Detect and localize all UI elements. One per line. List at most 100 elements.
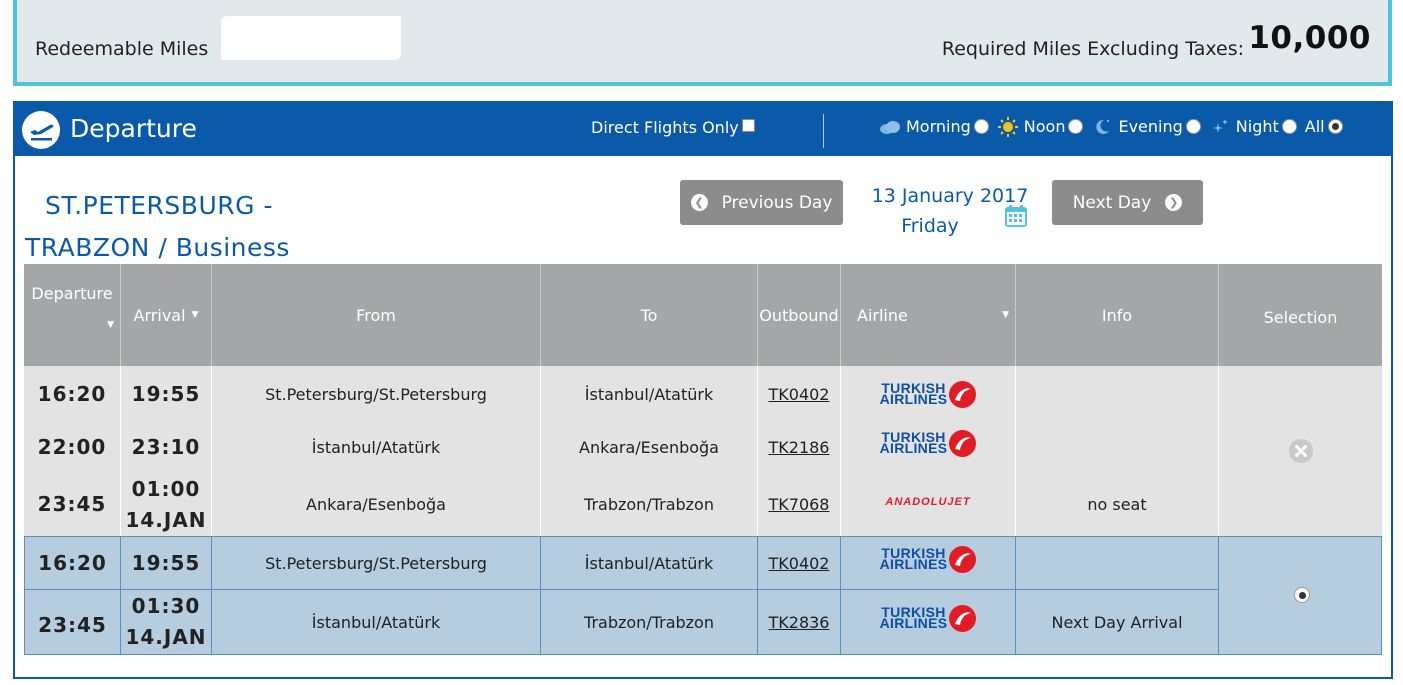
direct-flights-filter[interactable]: Direct Flights Only [591,118,755,137]
chevron-left-icon: ❮ [690,194,708,211]
column-to: To [541,264,758,366]
miles-summary-bar: Redeemable Miles Required Miles Excludin… [13,0,1392,86]
flight-number-link[interactable]: TK2186 [758,427,840,467]
turkish-airlines-logo: TURKISH AIRLINES [841,423,1015,463]
cloud-icon [879,118,901,136]
column-departure[interactable]: Departure ▼ [24,264,121,366]
time-option-night[interactable]: Night [1209,117,1297,136]
header-divider [823,114,824,148]
night-radio[interactable] [1281,119,1297,134]
flight-number-link[interactable]: TK7068 [758,484,840,524]
sort-down-icon: ▼ [191,310,199,320]
departure-title: Departure [70,114,197,143]
arrival-time: 01:00 [131,477,201,501]
direct-flights-checkbox[interactable] [741,119,755,132]
flight-selection-radio-cell [1219,575,1382,615]
noon-radio[interactable] [1068,119,1084,134]
column-departure-label: Departure [31,284,113,303]
from-airport: İstanbul/Atatürk [311,437,441,457]
route-line-2: TRABZON / Business [25,233,290,262]
morning-radio[interactable] [973,119,989,134]
redeemable-miles-label: Redeemable Miles [35,38,209,60]
flight-selection-radio[interactable] [1294,587,1310,603]
row-divider [25,589,1219,590]
next-day-label: Next Day [1072,192,1152,213]
arrival-date: 14.JAN [125,625,207,649]
calendar-icon[interactable] [1004,204,1028,228]
time-option-evening[interactable]: Evening [1091,117,1201,136]
flight-number-link[interactable]: TK0402 [758,543,840,583]
stars-icon [1209,118,1231,136]
sort-down-icon: ▼ [1002,310,1009,320]
departure-time: 22:00 [37,434,107,459]
arrival-time: 01:30 [131,594,201,618]
time-option-label: All [1304,117,1325,136]
time-option-label: Evening [1118,117,1183,136]
column-selection: Selection [1219,264,1382,366]
flight-number-link[interactable]: TK2836 [758,602,840,642]
time-option-label: Morning [906,117,971,136]
required-miles-label: Required Miles Excluding Taxes: [941,38,1244,60]
column-outbound-label: Outbound [759,305,839,325]
column-outbound: Outbound [758,264,841,366]
flights-table-header: Departure ▼ Arrival ▼ From To Outbound A… [24,264,1382,366]
column-to-label: To [640,305,658,325]
moon-icon [1091,118,1113,136]
sun-icon [997,116,1019,137]
to-airport: Trabzon/Trabzon [584,612,714,632]
departure-time: 16:20 [38,550,107,575]
time-option-label: Night [1235,117,1279,136]
to-airport: Trabzon/Trabzon [584,494,714,514]
to-airport: İstanbul/Atatürk [584,384,714,404]
unavailable-icon [1219,431,1382,471]
to-airport: İstanbul/Atatürk [584,553,714,573]
column-airline-label: Airline [857,305,908,325]
arrival-time: 19:55 [131,381,201,406]
time-option-all[interactable]: All [1305,117,1343,136]
previous-day-label: Previous Day [721,192,833,213]
column-airline[interactable]: Airline ▼ [841,264,1016,366]
evening-radio[interactable] [1185,119,1201,134]
plane-departure-icon [22,111,60,149]
departure-time: 23:45 [38,612,107,637]
next-day-button[interactable]: Next Day ❯ [1052,180,1203,225]
chevron-right-icon: ❯ [1165,194,1183,211]
sort-down-icon: ▼ [107,320,114,330]
column-from-label: From [356,305,396,325]
route-title: ST.PETERSBURG - TRABZON / Business [25,185,290,269]
column-arrival[interactable]: Arrival ▼ [121,264,212,366]
turkish-airlines-logo: TURKISH AIRLINES [841,539,1015,579]
arrival-time-cell: 01:30 14.JAN [121,591,211,653]
arrival-time: 23:10 [131,434,201,459]
column-selection-label: Selection [1263,307,1338,327]
arrival-time-cell: 01:00 14.JAN [121,474,211,536]
time-option-label: Noon [1023,117,1066,136]
departure-header: Departure Direct Flights Only Morning No… [15,103,1391,156]
from-airport: İstanbul/Atatürk [311,612,441,632]
route-line-1: ST.PETERSBURG - [45,191,273,220]
direct-flights-label: Direct Flights Only [591,118,739,137]
flight-info: no seat [1087,494,1147,514]
anadolujet-logo: ANADOLUJET [885,496,971,508]
arrival-time: 19:55 [131,550,201,575]
column-info: Info [1016,264,1219,366]
previous-day-button[interactable]: ❮ Previous Day [680,180,843,225]
time-option-noon[interactable]: Noon [997,116,1084,137]
column-from: From [212,264,541,366]
flight-number-link[interactable]: TK0402 [758,374,840,414]
turkish-airlines-logo: TURKISH AIRLINES [841,598,1015,638]
flight-info: Next Day Arrival [1051,612,1183,632]
departure-time: 23:45 [37,491,107,516]
time-option-morning[interactable]: Morning [879,117,989,136]
from-airport: St.Petersburg/St.Petersburg [265,384,487,404]
to-airport: Ankara/Esenboğa [579,437,719,457]
departure-panel: Departure Direct Flights Only Morning No… [13,101,1393,679]
all-radio[interactable] [1327,119,1343,134]
required-miles-value: 10,000 [1248,20,1371,56]
arrival-date: 14.JAN [125,508,207,532]
turkish-airlines-logo: TURKISH AIRLINES [841,374,1015,414]
redacted-miles-value [221,16,401,60]
flight-option-1: 16:20 19:55 St.Petersburg/St.Petersburg … [24,366,1382,536]
flight-option-2[interactable]: 16:20 19:55 St.Petersburg/St.Petersburg … [24,536,1382,655]
time-of-day-filter: Morning Noon Evening Night All [879,116,1351,137]
